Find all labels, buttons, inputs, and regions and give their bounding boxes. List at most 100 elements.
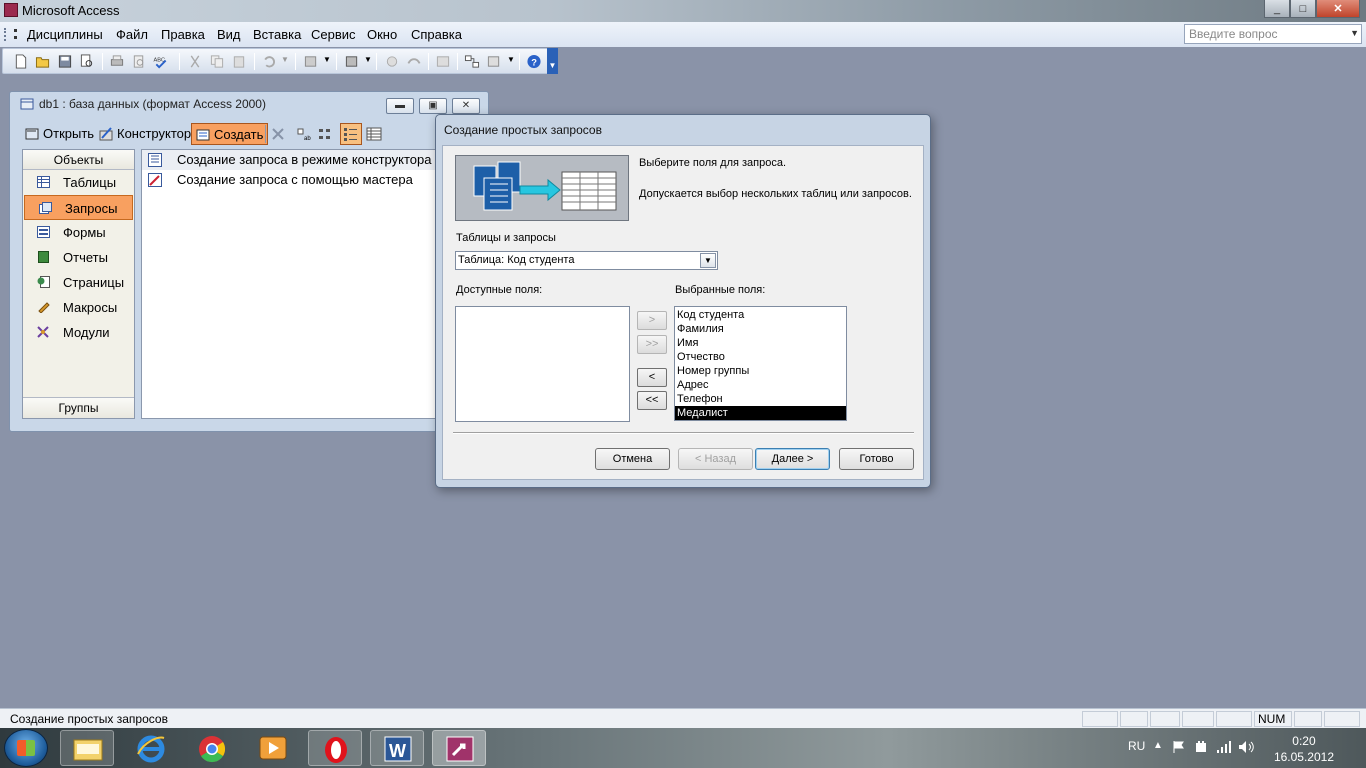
object-reports[interactable]: Отчеты — [23, 245, 134, 270]
menu-item-tools[interactable]: Сервис — [311, 27, 356, 42]
object-pages[interactable]: Страницы — [23, 270, 134, 295]
list-item[interactable]: Имя — [675, 336, 846, 350]
small-icons-icon[interactable] — [318, 126, 334, 142]
object-forms[interactable]: Формы — [23, 220, 134, 245]
add-all-fields-button[interactable]: >> — [637, 335, 667, 354]
list-item[interactable]: Адрес — [675, 378, 846, 392]
menubar-grip[interactable] — [4, 28, 7, 41]
cancel-button[interactable]: Отмена — [595, 448, 670, 470]
list-item[interactable]: Создание запроса с помощью мастера — [142, 170, 436, 190]
volume-icon[interactable] — [1238, 740, 1254, 754]
delete-icon[interactable] — [270, 126, 286, 142]
objects-header[interactable]: Объекты — [23, 150, 134, 170]
back-button[interactable]: < Назад — [678, 448, 753, 470]
finish-button[interactable]: Готово — [839, 448, 914, 470]
list-item[interactable]: Телефон — [675, 392, 846, 406]
code-icon[interactable] — [384, 54, 400, 69]
analyze-icon[interactable] — [344, 54, 360, 69]
db-close-button[interactable]: ✕ — [452, 98, 480, 114]
list-item[interactable]: Создание запроса в режиме конструктора — [142, 150, 436, 170]
ask-question-input[interactable]: Введите вопрос ▼ — [1184, 24, 1362, 44]
object-modules[interactable]: Модули — [23, 320, 134, 345]
list-item[interactable]: Код студента — [675, 308, 846, 322]
svg-text:ab: ab — [304, 136, 311, 142]
close-button[interactable]: ✕ — [1316, 0, 1360, 18]
list-view-button[interactable] — [340, 123, 362, 145]
menu-item-file[interactable]: Файл — [116, 27, 148, 42]
list-view-icon — [344, 128, 357, 141]
large-icons-icon[interactable]: ab — [296, 126, 312, 142]
db-minimize-button[interactable]: ▬ — [386, 98, 414, 114]
script-icon[interactable] — [406, 54, 422, 69]
menu-item-insert[interactable]: Вставка — [253, 27, 301, 42]
new-icon[interactable] — [13, 54, 29, 69]
object-tables[interactable]: Таблицы — [23, 170, 134, 195]
ie-taskbar-button[interactable] — [124, 730, 178, 766]
print-icon[interactable] — [109, 54, 125, 69]
menu-item-disciplines[interactable]: Дисциплины — [14, 27, 103, 42]
available-fields-list[interactable] — [455, 306, 630, 422]
add-field-button[interactable]: > — [637, 311, 667, 330]
opera-taskbar-button[interactable] — [308, 730, 362, 766]
undo-dropdown-icon[interactable]: ▼ — [281, 55, 289, 64]
list-item[interactable]: Отчество — [675, 350, 846, 364]
create-button[interactable]: Создать — [191, 123, 269, 145]
access-taskbar-button[interactable] — [432, 730, 486, 766]
office-links-dropdown-icon[interactable]: ▼ — [323, 55, 331, 64]
list-item[interactable]: Номер группы — [675, 364, 846, 378]
start-button[interactable] — [4, 729, 48, 767]
new-object-dropdown-icon[interactable]: ▼ — [507, 55, 515, 64]
groups-header[interactable]: Группы — [23, 397, 134, 418]
language-indicator[interactable]: RU — [1128, 739, 1145, 753]
menu-item-window[interactable]: Окно — [367, 27, 397, 42]
db-restore-button[interactable]: ▣ — [419, 98, 447, 114]
explorer-taskbar-button[interactable] — [60, 730, 114, 766]
word-taskbar-button[interactable]: W — [370, 730, 424, 766]
relationships-icon[interactable] — [464, 54, 480, 69]
menu-item-view[interactable]: Вид — [217, 27, 241, 42]
toolbar-separator — [102, 53, 103, 70]
next-button[interactable]: Далее > — [755, 448, 830, 470]
power-icon[interactable] — [1194, 740, 1208, 754]
window-controls: _ □ ✕ — [1264, 0, 1360, 18]
maximize-button[interactable]: □ — [1290, 0, 1316, 18]
cut-icon[interactable] — [187, 54, 203, 69]
list-item[interactable]: Фамилия — [675, 322, 846, 336]
open-icon[interactable] — [35, 54, 51, 69]
menu-item-help[interactable]: Справка — [411, 27, 462, 42]
chrome-taskbar-button[interactable] — [185, 730, 239, 766]
media-player-taskbar-button[interactable] — [246, 730, 300, 766]
spelling-icon[interactable]: ABC — [153, 54, 169, 69]
new-object-icon[interactable] — [486, 54, 502, 69]
details-view-icon[interactable] — [366, 126, 382, 142]
object-macros[interactable]: Макросы — [23, 295, 134, 320]
save-icon[interactable] — [57, 54, 73, 69]
network-signal-icon[interactable] — [1216, 740, 1232, 754]
list-item-selected[interactable]: Медалист — [675, 406, 846, 420]
office-links-icon[interactable] — [303, 54, 319, 69]
remove-all-fields-button[interactable]: << — [637, 391, 667, 410]
design-button[interactable]: Конструктор — [96, 123, 191, 145]
search-file-icon[interactable] — [79, 54, 95, 69]
toolbar-separator — [457, 53, 458, 70]
paste-icon[interactable] — [231, 54, 247, 69]
print-preview-icon[interactable] — [131, 54, 147, 69]
properties-icon[interactable] — [435, 54, 451, 69]
clock[interactable]: 0:20 16.05.2012 — [1274, 733, 1334, 765]
toolbar-options-icon[interactable]: ▼ — [547, 48, 558, 74]
object-queries[interactable]: Запросы — [24, 195, 133, 220]
minimize-button[interactable]: _ — [1264, 0, 1290, 18]
open-object-button[interactable]: Открыть — [22, 123, 94, 145]
menu-item-edit[interactable]: Правка — [161, 27, 205, 42]
undo-icon[interactable] — [261, 54, 277, 69]
selected-fields-list[interactable]: Код студента Фамилия Имя Отчество Номер … — [674, 306, 847, 421]
chevron-down-icon[interactable]: ▼ — [1350, 28, 1359, 38]
show-hidden-icons-icon[interactable]: ▲ — [1153, 740, 1163, 751]
analyze-dropdown-icon[interactable]: ▼ — [364, 55, 372, 64]
remove-field-button[interactable]: < — [637, 368, 667, 387]
help-icon[interactable]: ? — [526, 54, 542, 69]
copy-icon[interactable] — [209, 54, 225, 69]
chevron-down-icon[interactable]: ▼ — [700, 253, 716, 268]
tables-queries-select[interactable]: Таблица: Код студента ▼ — [455, 251, 718, 270]
action-center-flag-icon[interactable] — [1172, 740, 1186, 754]
